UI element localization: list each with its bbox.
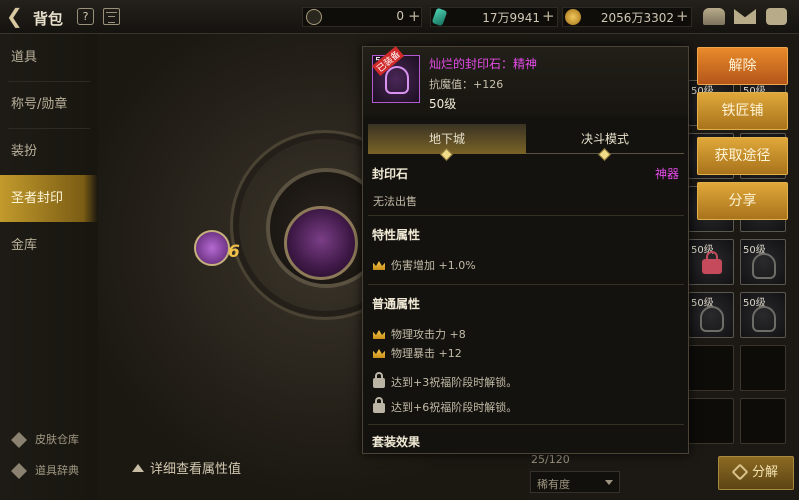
seal-emblem-icon [752, 253, 776, 279]
item-rarity: 神器 [654, 167, 679, 181]
add-gold-button[interactable]: + [676, 7, 689, 25]
locked-attr-row: 达到+3祝福阶段时解锁。 [373, 372, 517, 390]
normal-attr-title: 普通属性 [372, 297, 421, 311]
tab-indicator-icon [598, 148, 611, 161]
sort-dropdown[interactable]: 稀有度 [530, 471, 620, 493]
crown-icon [373, 330, 385, 339]
sidebar-item-saint-seal[interactable]: 圣者封印 [0, 175, 98, 222]
inventory-slot[interactable]: 50级 [740, 292, 786, 338]
currency-value-gem: 17万9941 [482, 11, 540, 25]
currency-value-coin: 0 [396, 9, 404, 23]
gold-coin-icon [565, 9, 581, 25]
item-tooltip: 50 已装备 灿烂的封印石：精神 抗魔值：+126 50级 地下城 决斗模式 封… [362, 46, 689, 454]
decompose-icon [731, 463, 749, 481]
equipped-seal-slot[interactable] [284, 206, 358, 280]
decompose-button[interactable]: 分解 [718, 456, 794, 490]
top-bar: ❮ 背包 ? 0 + 17万9941 + 2056万3302 + [0, 0, 799, 34]
divider [368, 284, 684, 285]
tab-indicator-icon [440, 148, 453, 161]
sidebar-item-items[interactable]: 道具 [0, 34, 98, 81]
inventory-slot-locked[interactable]: 50级 [688, 239, 734, 285]
sidebar-item-titles-medals[interactable]: 称号/勋章 [0, 81, 98, 128]
inventory-slot[interactable]: 50级 [740, 239, 786, 285]
item-dictionary-link[interactable]: 道具辞典 [11, 462, 79, 479]
currency-value-gold: 2056万3302 [600, 11, 674, 25]
help-icon[interactable]: ? [77, 8, 94, 25]
chest-icon[interactable] [703, 8, 725, 25]
tab-duel-label: 决斗模式 [580, 132, 629, 146]
tab-dungeon-label: 地下城 [428, 132, 465, 146]
sidebar-item-avatar[interactable]: 装扮 [0, 128, 98, 175]
add-coin-button[interactable]: + [408, 7, 421, 25]
inventory-slot-empty[interactable] [688, 345, 734, 391]
mode-tabs: 地下城 决斗模式 [368, 124, 684, 161]
seal-emblem-icon [700, 306, 724, 332]
share-button[interactable]: 分享 [697, 182, 788, 220]
sidebar: 道具 称号/勋章 装扮 圣者封印 金库 皮肤仓库 道具辞典 [0, 34, 98, 500]
sort-label: 稀有度 [537, 478, 570, 491]
view-attribute-details-link[interactable]: 详细查看属性值 [132, 458, 241, 477]
item-dictionary-label: 道具辞典 [35, 464, 79, 477]
page-title: 背包 [33, 10, 64, 28]
padlock-icon [373, 397, 385, 413]
inventory-slot-empty[interactable] [740, 345, 786, 391]
calendar-icon[interactable] [103, 8, 120, 25]
inventory-slot[interactable]: 50级 [688, 292, 734, 338]
trade-note: 无法出售 [373, 195, 417, 208]
padlock-icon [373, 372, 385, 388]
chat-icon[interactable] [766, 8, 787, 25]
unequip-button[interactable]: 解除 [697, 47, 788, 85]
chevron-down-icon [605, 480, 613, 485]
blacksmith-button[interactable]: 铁匠铺 [697, 92, 788, 130]
item-type: 封印石 [372, 167, 409, 181]
tooltip-header: 50 已装备 灿烂的封印石：精神 抗魔值：+126 50级 [363, 46, 688, 117]
inventory-slot-empty[interactable] [740, 398, 786, 444]
back-arrow-icon[interactable]: ❮ [6, 6, 30, 28]
decompose-label: 分解 [751, 465, 778, 480]
set-effect-title: 套装效果 [372, 435, 421, 449]
divider [368, 215, 684, 216]
item-icon: 50 已装备 [372, 46, 420, 103]
seal-emblem-icon [385, 66, 409, 94]
lock-icon [702, 251, 722, 274]
divider [368, 424, 684, 425]
locked-attr-row: 达到+6祝福阶段时解锁。 [373, 397, 517, 415]
item-name: 灿烂的封印石：精神 [429, 57, 538, 71]
add-gem-button[interactable]: + [542, 7, 555, 25]
bless-level-gem-icon[interactable] [194, 230, 230, 266]
tab-duel-mode[interactable]: 决斗模式 [526, 124, 684, 161]
skin-warehouse-icon [11, 432, 27, 448]
obtain-source-button[interactable]: 获取途径 [697, 137, 788, 175]
inventory-capacity: 25/120 [531, 453, 570, 466]
crown-icon [373, 349, 385, 358]
normal-attr-row: 物理暴击 +12 [373, 345, 462, 361]
skin-warehouse-label: 皮肤仓库 [35, 433, 79, 446]
normal-attr-row: 物理攻击力 +8 [373, 326, 466, 342]
inventory-slot-empty[interactable] [688, 398, 734, 444]
coin-c-icon [306, 9, 322, 25]
special-attr-row: 伤害增加 +1.0% [373, 257, 476, 273]
item-dictionary-icon [11, 463, 27, 479]
mail-icon[interactable] [734, 9, 756, 24]
crown-icon [373, 261, 385, 270]
item-main-stat: 抗魔值：+126 [429, 78, 504, 91]
skin-warehouse-link[interactable]: 皮肤仓库 [11, 431, 79, 448]
bless-level-badge: 6 [228, 242, 240, 262]
item-level: 50级 [429, 97, 457, 111]
seal-emblem-icon [752, 306, 776, 332]
view-attribute-details-label: 详细查看属性值 [150, 462, 242, 477]
chevron-up-icon [132, 464, 144, 472]
sidebar-item-vault[interactable]: 金库 [0, 222, 98, 269]
tab-dungeon[interactable]: 地下城 [368, 124, 526, 161]
special-attr-title: 特性属性 [372, 228, 421, 242]
